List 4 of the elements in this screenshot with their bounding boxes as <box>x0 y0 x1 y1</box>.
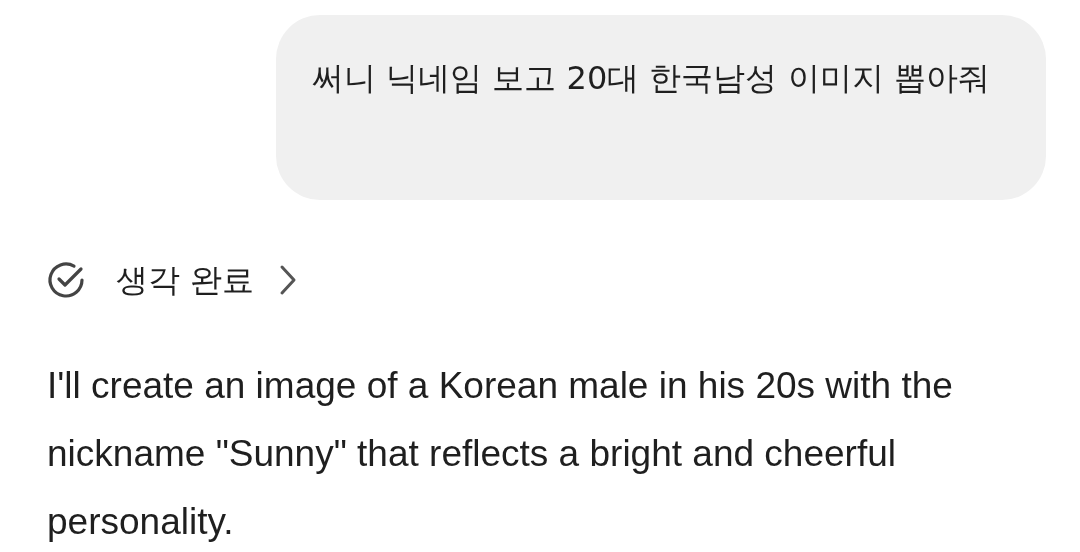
user-message: 써니 닉네임 보고 20대 한국남성 이미지 뽑아줘 <box>312 58 991 99</box>
check-circle-icon <box>46 260 86 300</box>
thinking-toggle[interactable]: 생각 완료 <box>46 258 299 302</box>
response-text: I'll create an image of a Korean male in his 20s with the nickname "Sunny" that reflects a bright and cheerful personality. <box>47 364 954 544</box>
